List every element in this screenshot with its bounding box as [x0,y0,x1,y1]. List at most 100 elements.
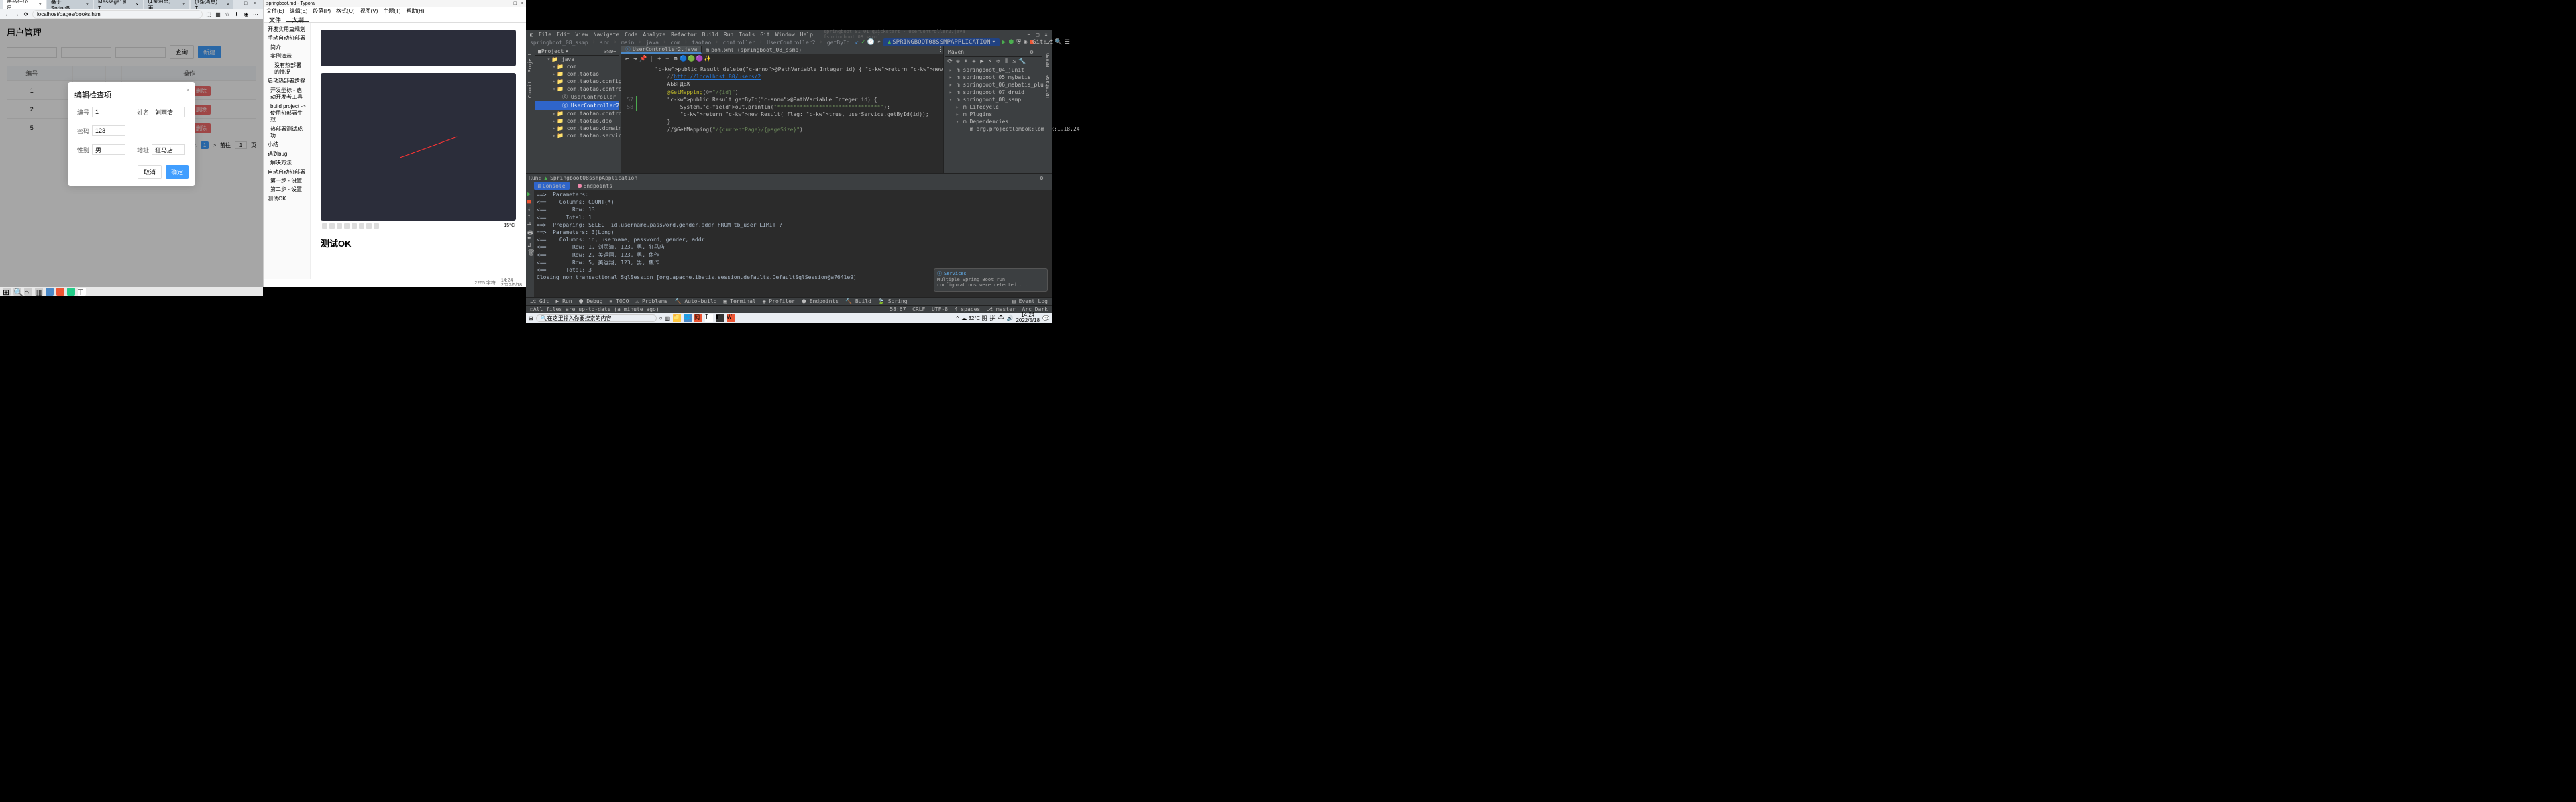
taskbar-app-icon[interactable] [46,288,54,296]
tab-endpoints[interactable]: ⬢Endpoints [574,182,616,190]
outline-item[interactable]: 遇到bug [266,150,307,158]
git-icon[interactable]: Git: [1036,39,1043,46]
menu-item[interactable]: Analyze [643,32,665,38]
t-icon[interactable]: 🟣 [696,56,703,62]
clear-icon[interactable]: 🗑 [527,250,533,256]
menu-item[interactable]: Git [760,32,769,38]
breadcrumb[interactable]: com [670,40,680,46]
menu-item[interactable]: Navigate [594,32,620,38]
toolwindow-button[interactable]: 🔨 Auto-build [675,298,717,304]
collapse-icon[interactable]: ⇲ [1011,58,1018,65]
ext-icon[interactable]: ⬚ [205,11,212,17]
debug-icon[interactable]: ⬢ [1008,39,1014,46]
outline-item[interactable]: 简介 [266,44,307,52]
taskbar-app-icon[interactable]: 🌐 [684,314,692,322]
toolwindow-button[interactable]: ⎇ Git [530,298,549,304]
commit-tool-button[interactable]: Commit [527,81,533,98]
breadcrumb[interactable]: springboot_08_ssmp [530,40,588,46]
toolwindow-button[interactable]: 🍃 Spring [878,298,908,304]
taskbar-app-icon[interactable]: 📁 [673,314,681,322]
minimize-icon[interactable]: − [507,1,510,6]
t-icon[interactable]: 🟢 [688,56,695,62]
toolwindow-button[interactable]: ⬢ Endpoints [802,298,839,304]
avatar-icon[interactable]: ◉ [243,11,250,17]
password-input[interactable] [92,125,125,136]
taskbar-app-icon[interactable]: T [705,314,713,322]
addr-input[interactable] [152,144,185,155]
taskbar-app-icon[interactable]: T [78,288,86,296]
gen-icon[interactable]: ⊕ [955,58,961,65]
project-tool-button[interactable]: Project [527,53,533,73]
menu-item[interactable]: Help [800,32,813,38]
menu-item[interactable]: View [575,32,588,38]
tab-outline[interactable]: 大纲 [286,15,309,22]
menu-item[interactable]: Window [775,32,795,38]
taskview-icon[interactable]: ▥ [665,315,671,321]
settings-icon[interactable]: ⚙ [1040,175,1043,181]
maven-tree-item[interactable]: ▾ m Dependencies [945,118,1042,125]
up-icon[interactable]: ↑ [527,213,533,219]
notification-icon[interactable]: 💬 [1042,315,1049,321]
tool-icon[interactable] [344,223,350,229]
url-input[interactable]: localhost/pages/books.html [32,10,203,19]
tool-icon[interactable] [352,223,357,229]
tree-item[interactable]: ▸📁 com.taotao.domain [535,125,619,132]
close-icon[interactable]: × [182,3,185,7]
cortana-icon[interactable]: ○ [24,288,32,296]
menu-item[interactable]: 格式(O) [336,7,355,15]
toolwindow-button[interactable]: ≡ TODO [610,298,629,304]
outline-item[interactable]: 解决方法 [266,159,307,167]
editor-tab[interactable]: mpom.xml (springboot_08_ssmp) [702,46,806,54]
vcs-commit-icon[interactable]: ✓ [861,39,865,46]
close-icon[interactable]: × [86,3,89,7]
code-input[interactable] [92,107,125,117]
taskbar-app-icon[interactable] [56,288,64,296]
maven-tree-item[interactable]: m org.projectlombok:lombok:1.18.24 [945,125,1042,133]
search-input[interactable]: 🔍 在这里输入你要搜索的内容 [536,314,657,322]
breadcrumb[interactable]: controller [723,40,755,46]
toolwindow-button[interactable]: ⚠ Problems [635,298,667,304]
menu-item[interactable]: 主题(T) [383,7,400,15]
forward-icon[interactable]: → [13,11,20,17]
outline-item[interactable]: 启动热部署步骤 [266,77,307,85]
start-icon[interactable]: ⊞ [3,288,11,296]
menu-icon[interactable]: ⋯ [252,11,259,17]
tool-icon[interactable] [337,223,342,229]
hide-icon[interactable]: − [1046,175,1049,181]
ext-icon[interactable]: ☆ [224,11,231,17]
breadcrumb[interactable]: getById [827,40,850,46]
history-icon[interactable]: 🕐 [867,39,874,46]
tool-icon[interactable] [359,223,364,229]
maven-tool-button[interactable]: Maven [1045,53,1051,67]
volume-icon[interactable]: 🔊 [1006,315,1013,321]
menu-item[interactable]: File [539,32,551,38]
maven-tree-item[interactable]: ▸ m springboot_04_junit [945,66,1042,74]
add-icon[interactable]: + [656,56,663,62]
encoding[interactable]: UTF-8 [932,306,948,312]
tool-icon[interactable] [374,223,379,229]
settings-icon[interactable]: ☰ [1065,39,1070,46]
input-method-icon[interactable]: 拼 [990,314,996,322]
outline-item[interactable]: 热部署测试成功 [266,125,307,141]
settings-icon[interactable]: 🔧 [1019,58,1026,65]
down-icon[interactable]: ↓ [527,206,533,212]
maven-tree-item[interactable]: ▾ m springboot_08_ssmp [945,96,1042,103]
breadcrumb[interactable]: taotao [692,40,711,46]
cursor-position[interactable]: 58:67 [890,306,906,312]
outline-item[interactable]: 小结 [266,141,307,149]
ext-icon[interactable]: ▦ [215,11,221,17]
tree-item[interactable]: ▸📁 com.taotao.service [535,132,619,139]
tree-item[interactable]: ▾📁 java [535,56,619,63]
taskview-icon[interactable]: ▥ [35,288,43,296]
tool-icon[interactable] [366,223,372,229]
tab-files[interactable]: 文件 [264,15,286,22]
outline-item[interactable]: build project -> 使用热部署生效 [266,103,307,125]
document-area[interactable]: 15°C 测试OK [311,23,526,279]
run-config-selector[interactable]: ▲SPRINGBOOT08SSMPAPPLICATION▾ [883,38,1000,46]
add-icon[interactable]: + [971,58,977,65]
rerun-icon[interactable]: ▶ [527,191,533,197]
reload-icon[interactable]: ⟳ [947,58,953,65]
minimize-icon[interactable]: − [235,1,241,8]
run-icon[interactable]: ▶ [979,58,985,65]
menu-item[interactable]: Build [702,32,718,38]
